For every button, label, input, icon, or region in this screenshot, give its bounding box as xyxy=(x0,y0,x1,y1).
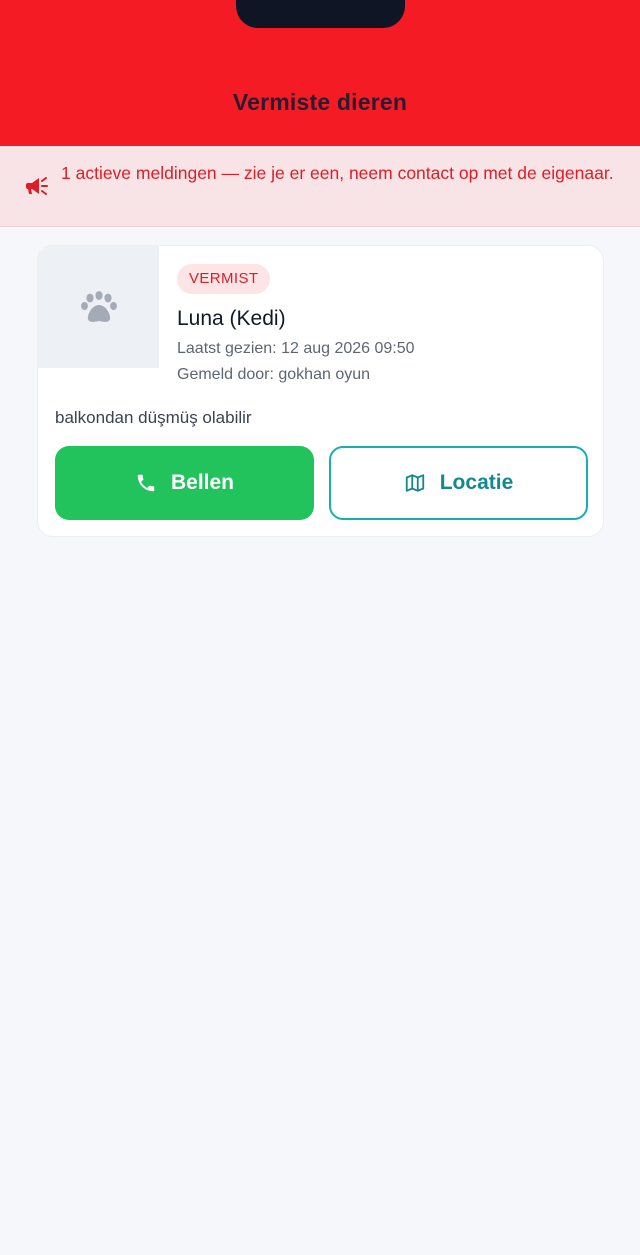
location-button-label: Locatie xyxy=(439,471,514,494)
alert-banner: 1 actieve meldingen — zie je er een, nee… xyxy=(0,146,640,227)
page-title: Vermiste dieren xyxy=(232,89,408,115)
phone-icon xyxy=(137,474,155,492)
call-button[interactable]: Bellen xyxy=(55,446,314,520)
call-button-label: Bellen xyxy=(170,471,235,494)
lost-pet-card[interactable]: VERMIST Luna (Kedi) Laatst gezien: 12 au… xyxy=(37,245,604,537)
last-seen-text: Laatst gezien: 12 aug 2026 09:50 xyxy=(177,340,415,357)
location-button[interactable]: Locatie xyxy=(329,446,588,520)
app-header: Vermiste dieren xyxy=(0,0,640,146)
device-notch xyxy=(236,0,405,28)
pet-description: balkondan düşmüş olabilir xyxy=(55,408,252,427)
status-badge: VERMIST xyxy=(177,264,271,294)
pet-name: Luna (Kedi) xyxy=(177,307,286,330)
map-icon xyxy=(405,474,424,492)
megaphone-icon xyxy=(26,177,48,195)
alert-message: 1 actieve meldingen — zie je er een, nee… xyxy=(61,163,614,183)
reported-by-text: Gemeld door: gokhan oyun xyxy=(177,366,371,383)
pet-photo-placeholder xyxy=(38,246,159,368)
paw-icon xyxy=(81,291,117,322)
